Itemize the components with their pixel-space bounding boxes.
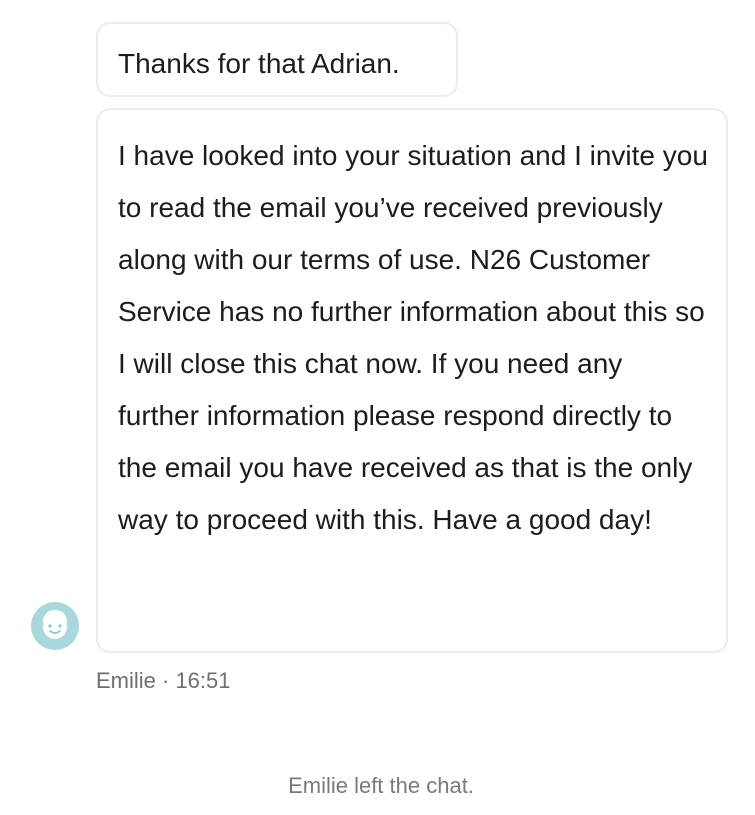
- agent-avatar: [31, 602, 79, 650]
- message-bubble: Thanks for that Adrian.: [96, 22, 458, 97]
- system-notice: Emilie left the chat.: [288, 773, 474, 798]
- smiley-face-icon: [43, 610, 67, 639]
- message-text: Thanks for that Adrian.: [118, 48, 400, 79]
- message-bubble: I have looked into your situation and I …: [96, 108, 728, 653]
- message-meta: Emilie · 16:51: [96, 668, 231, 693]
- message-text: I have looked into your situation and I …: [118, 140, 708, 535]
